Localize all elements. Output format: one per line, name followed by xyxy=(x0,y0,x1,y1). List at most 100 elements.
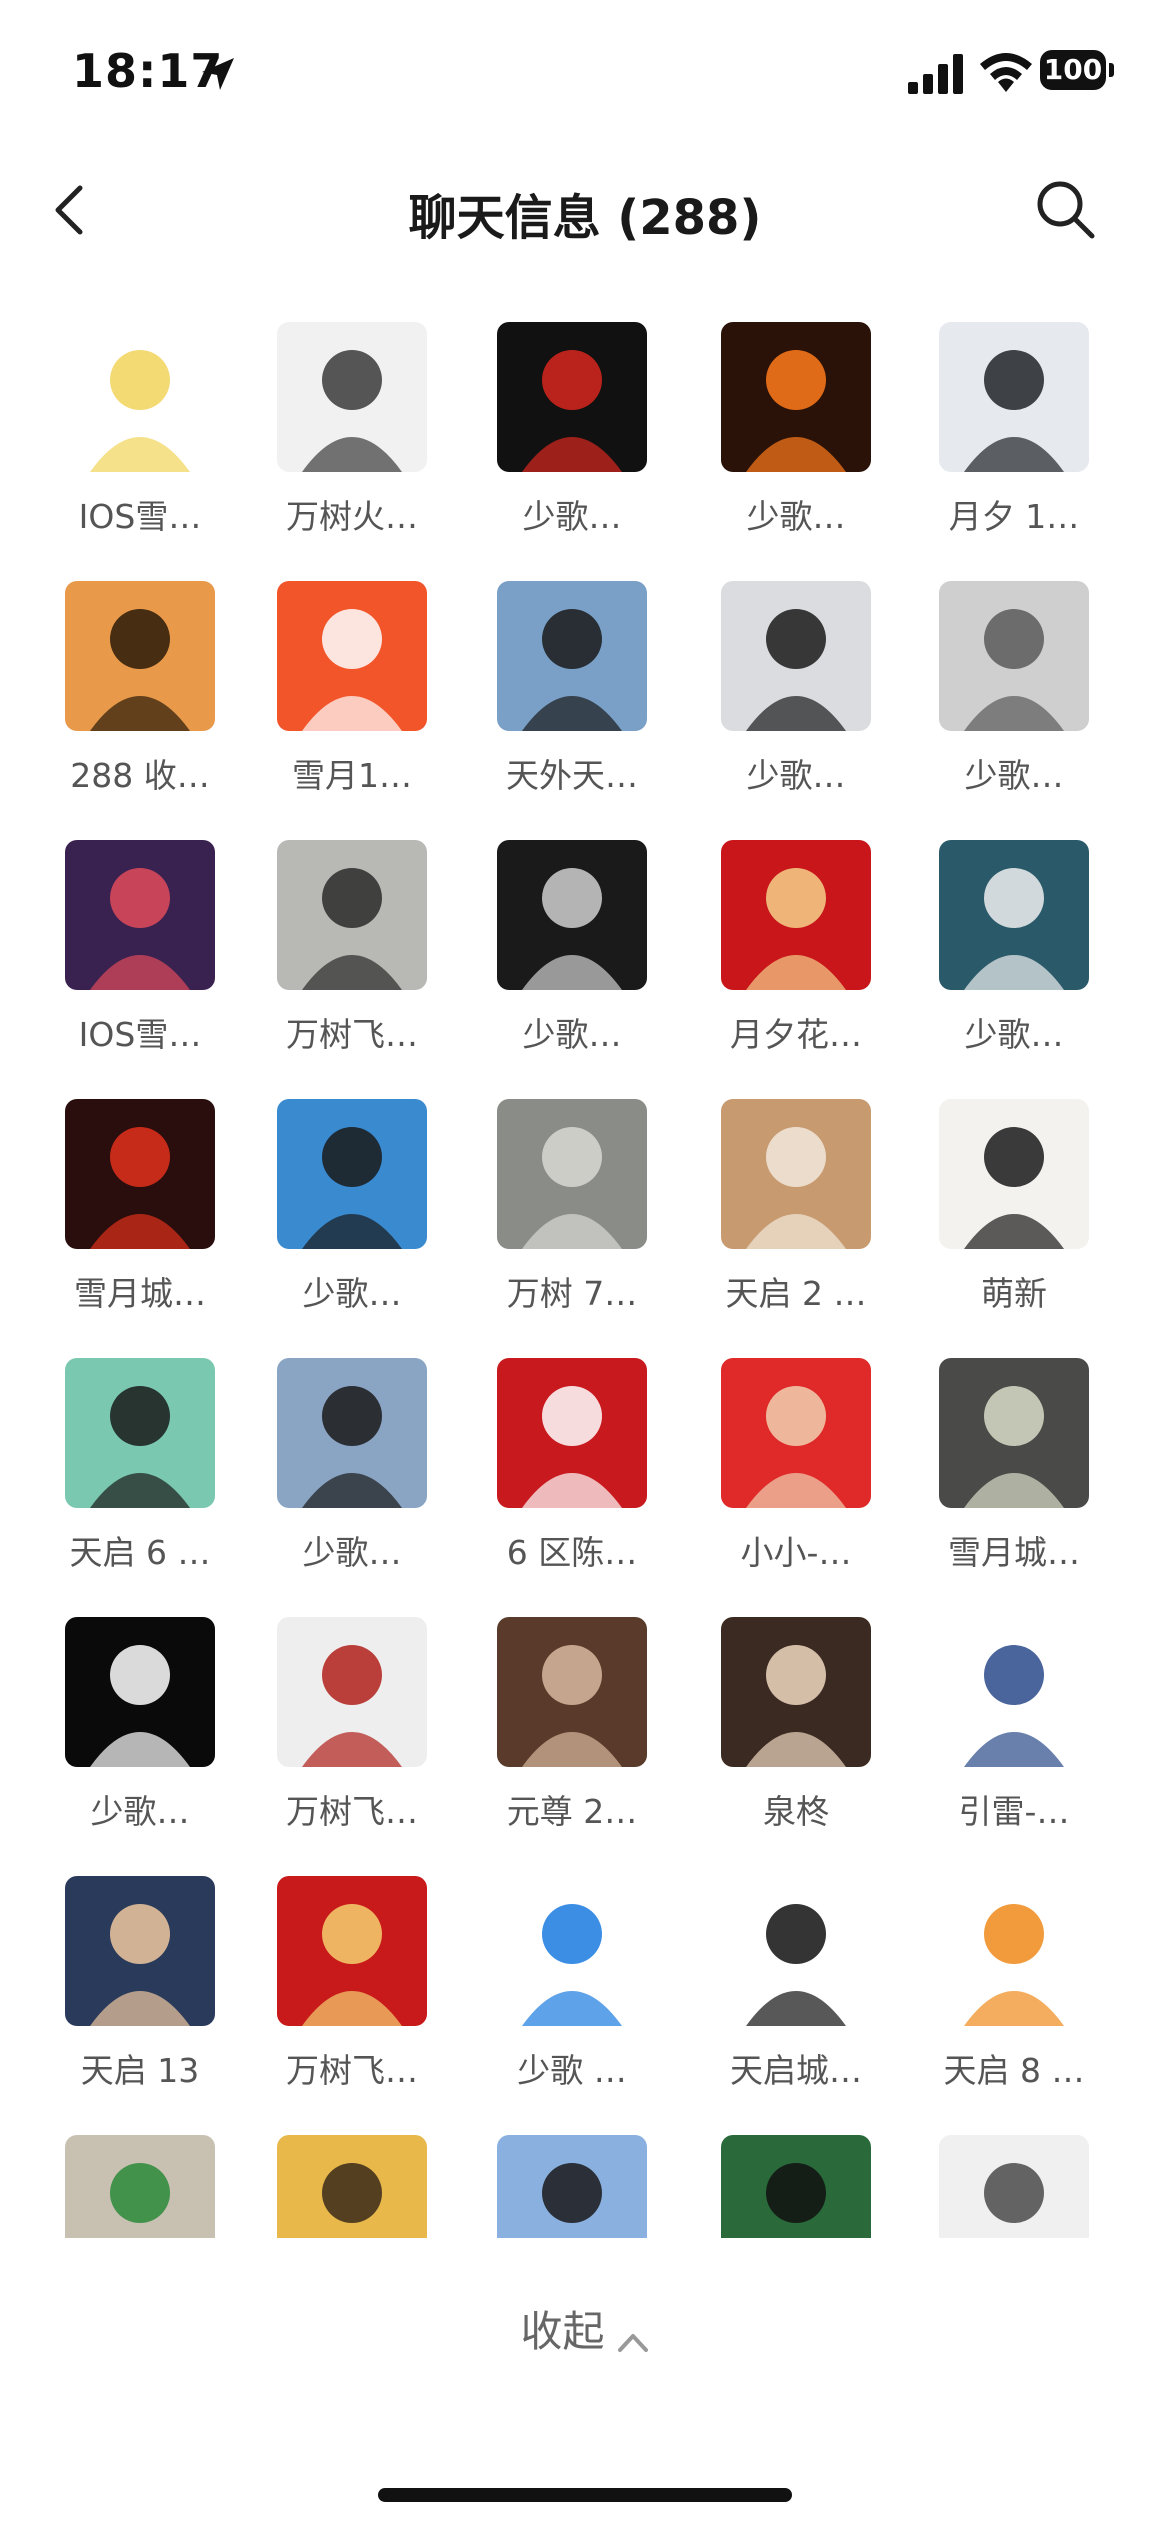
avatar xyxy=(277,1617,427,1767)
member-item[interactable]: 少歌… xyxy=(696,581,896,811)
member-item[interactable]: IOS雪… xyxy=(40,840,240,1070)
member-item[interactable] xyxy=(696,2135,896,2238)
member-name: 天启 6 … xyxy=(69,1533,211,1572)
member-item[interactable]: 雪月1… xyxy=(252,581,452,811)
avatar xyxy=(939,1617,1089,1767)
member-item[interactable]: 天启 6 … xyxy=(40,1358,240,1588)
avatar xyxy=(939,1876,1089,2026)
member-name: 少歌… xyxy=(522,1015,622,1054)
member-item[interactable]: 少歌… xyxy=(914,581,1114,811)
avatar xyxy=(721,1099,871,1249)
member-item[interactable] xyxy=(472,2135,672,2238)
member-name: 雪月城… xyxy=(948,1533,1080,1572)
member-item[interactable]: 月夕花… xyxy=(696,840,896,1070)
avatar xyxy=(65,322,215,472)
member-name: 月夕花… xyxy=(730,1015,862,1054)
member-name: 雪月城… xyxy=(74,1274,206,1313)
member-name: 小小-… xyxy=(740,1533,852,1572)
member-item[interactable]: 6 区陈… xyxy=(472,1358,672,1588)
avatar xyxy=(65,1358,215,1508)
member-item[interactable]: 天启城… xyxy=(696,1876,896,2106)
avatar xyxy=(65,840,215,990)
member-name: 少歌… xyxy=(302,1533,402,1572)
member-item[interactable]: 元尊 2… xyxy=(472,1617,672,1847)
member-item[interactable]: 万树 7… xyxy=(472,1099,672,1329)
member-name: 天启 13 xyxy=(80,2051,200,2090)
avatar xyxy=(939,1358,1089,1508)
avatar xyxy=(277,1099,427,1249)
member-item[interactable]: 萌新 xyxy=(914,1099,1114,1329)
member-name: 少歌… xyxy=(964,756,1064,795)
avatar xyxy=(939,322,1089,472)
member-item[interactable]: 万树火… xyxy=(252,322,452,552)
member-item[interactable]: 少歌… xyxy=(914,840,1114,1070)
member-item[interactable]: 引雷-… xyxy=(914,1617,1114,1847)
member-item[interactable]: 万树飞… xyxy=(252,1617,452,1847)
member-name: 6 区陈… xyxy=(506,1533,638,1572)
member-name: 少歌 … xyxy=(517,2051,627,2090)
member-item[interactable]: 雪月城… xyxy=(40,1099,240,1329)
status-bar: 18:17 100 xyxy=(0,0,1170,150)
avatar xyxy=(721,2135,871,2238)
member-name: 天启 8 … xyxy=(943,2051,1085,2090)
member-item[interactable]: 万树飞… xyxy=(252,1876,452,2106)
member-item[interactable]: 少歌… xyxy=(472,322,672,552)
avatar xyxy=(939,581,1089,731)
member-name: 天启城… xyxy=(730,2051,862,2090)
avatar xyxy=(497,2135,647,2238)
member-name: 288 收… xyxy=(70,756,210,795)
member-item[interactable]: 少歌… xyxy=(696,322,896,552)
member-item[interactable]: 雪月城… xyxy=(914,1358,1114,1588)
battery-level: 100 xyxy=(1040,50,1106,90)
member-item[interactable]: 少歌… xyxy=(472,840,672,1070)
member-item[interactable] xyxy=(914,2135,1114,2238)
collapse-button[interactable]: 收起 xyxy=(485,2298,685,2368)
member-item[interactable] xyxy=(40,2135,240,2238)
member-name: 元尊 2… xyxy=(506,1792,638,1831)
collapse-label: 收起 xyxy=(520,2307,605,2356)
avatar xyxy=(497,581,647,731)
member-item[interactable]: 万树飞… xyxy=(252,840,452,1070)
avatar xyxy=(939,2135,1089,2238)
member-name: IOS雪… xyxy=(78,497,202,536)
member-item[interactable]: 月夕 1… xyxy=(914,322,1114,552)
member-item[interactable]: 小小-… xyxy=(696,1358,896,1588)
member-item[interactable]: 少歌… xyxy=(40,1617,240,1847)
member-item[interactable]: 天启 13 xyxy=(40,1876,240,2106)
avatar xyxy=(721,1358,871,1508)
avatar xyxy=(65,1099,215,1249)
member-name: 天外天… xyxy=(506,756,638,795)
member-item[interactable] xyxy=(252,2135,452,2238)
member-item[interactable]: 天启 2 … xyxy=(696,1099,896,1329)
member-name: 少歌… xyxy=(302,1274,402,1313)
avatar xyxy=(277,1358,427,1508)
member-item[interactable]: IOS雪… xyxy=(40,322,240,552)
member-name: 万树火… xyxy=(286,497,418,536)
member-name: 少歌… xyxy=(746,497,846,536)
avatar xyxy=(497,1099,647,1249)
member-name: 雪月1… xyxy=(292,756,412,795)
avatar xyxy=(277,2135,427,2238)
avatar xyxy=(497,322,647,472)
member-item[interactable]: 泉柊 xyxy=(696,1617,896,1847)
avatar xyxy=(939,1099,1089,1249)
member-name: 少歌… xyxy=(522,497,622,536)
member-item[interactable]: 天启 8 … xyxy=(914,1876,1114,2106)
avatar xyxy=(721,581,871,731)
member-name: 萌新 xyxy=(981,1274,1047,1313)
member-name: 月夕 1… xyxy=(948,497,1080,536)
member-item[interactable]: 天外天… xyxy=(472,581,672,811)
avatar xyxy=(939,840,1089,990)
member-item[interactable]: 少歌 … xyxy=(472,1876,672,2106)
avatar xyxy=(277,581,427,731)
member-item[interactable]: 288 收… xyxy=(40,581,240,811)
avatar xyxy=(721,840,871,990)
home-indicator xyxy=(378,2488,792,2502)
member-item[interactable]: 少歌… xyxy=(252,1358,452,1588)
member-name: 少歌… xyxy=(746,756,846,795)
avatar xyxy=(497,840,647,990)
page-title: 聊天信息 (288) xyxy=(408,190,762,246)
member-item[interactable]: 少歌… xyxy=(252,1099,452,1329)
avatar xyxy=(497,1617,647,1767)
search-icon[interactable] xyxy=(1030,174,1100,244)
